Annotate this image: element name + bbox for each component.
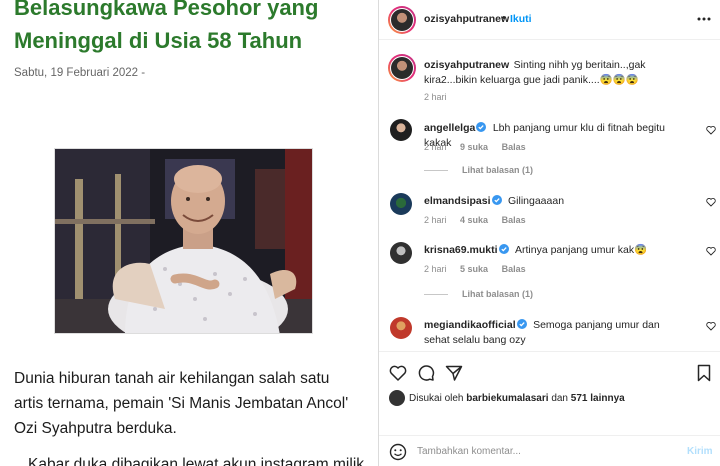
caption-avatar[interactable] — [388, 54, 416, 82]
bookmark-icon[interactable] — [695, 364, 713, 382]
comment-meta: 2 hari 9 suka Balas — [424, 142, 537, 152]
comment-time: 2 hari — [424, 264, 447, 274]
add-comment-input[interactable] — [417, 443, 667, 460]
post-actions: Disukai oleh barbiekumalasari dan 571 la… — [379, 351, 720, 435]
replies-divider — [424, 294, 448, 296]
likes-middle: dan — [551, 393, 568, 404]
comment-avatar[interactable] — [390, 242, 412, 264]
comment-reply-button[interactable]: Balas — [502, 215, 526, 225]
comment-username[interactable]: krisna69.mukti — [424, 244, 498, 256]
article-paragraph-1: Dunia hiburan tanah air kehilangan salah… — [14, 370, 349, 437]
comment-bubble-icon[interactable] — [417, 364, 435, 382]
comment-text: Artinya panjang umur kak😨 — [515, 244, 648, 256]
article-date: Sabtu, 19 Februari 2022 - — [14, 67, 146, 79]
view-replies-label: Lihat balasan (1) — [462, 165, 534, 175]
post-header: ozisyahputranew • Ikuti — [379, 0, 720, 40]
comment-time: 2 hari — [424, 215, 447, 225]
likes-prefix: Disukai oleh — [409, 393, 464, 404]
likes-user[interactable]: barbiekumalasari — [466, 393, 548, 404]
comment-reply-button[interactable]: Balas — [502, 142, 526, 152]
comment-text: Gilingaaaan — [507, 195, 565, 207]
share-icon[interactable] — [445, 364, 463, 382]
comment-like-heart-icon[interactable] — [706, 125, 716, 135]
like-heart-icon[interactable] — [389, 364, 407, 382]
verified-badge-icon — [498, 244, 509, 254]
verified-badge-icon — [491, 195, 502, 205]
comment-item: megiandikaofficial Semoga panjang umur d… — [424, 317, 686, 347]
likes-others[interactable]: 571 lainnya — [571, 393, 625, 404]
add-comment-bar: Kirim — [379, 435, 720, 466]
view-replies-button[interactable]: Lihat balasan (1) — [424, 165, 533, 175]
article-photo — [54, 148, 313, 334]
likes-summary: Disukai oleh barbiekumalasari dan 571 la… — [409, 393, 625, 404]
caption-time: 2 hari — [424, 92, 447, 102]
view-replies-label: Lihat balasan (1) — [462, 289, 534, 299]
comment-meta: 2 hari 4 suka Balas — [424, 215, 537, 225]
comment-item: elmandsipasi Gilingaaaan — [424, 193, 686, 208]
article-title: Belasungkawa Pesohor yang Meninggal di U… — [14, 0, 374, 57]
verified-badge-icon — [516, 319, 527, 329]
comment-likes-count[interactable]: 5 suka — [460, 264, 488, 274]
comment-avatar[interactable] — [390, 119, 412, 141]
caption-meta: 2 hari — [424, 92, 458, 102]
comment-avatar[interactable] — [390, 317, 412, 339]
emoji-icon[interactable] — [389, 443, 407, 461]
replies-divider — [424, 170, 448, 172]
header-username[interactable]: ozisyahputranew — [424, 13, 509, 25]
header-avatar[interactable] — [388, 6, 416, 34]
post-comment-button[interactable]: Kirim — [687, 446, 713, 457]
article-title-line-2: Meninggal di Usia 58 Tahun — [14, 28, 303, 53]
comment-username[interactable]: angellelga — [424, 122, 475, 134]
comment-like-heart-icon[interactable] — [706, 321, 716, 331]
verified-badge-icon — [476, 122, 487, 132]
article-paragraph-2: Kabar duka dibagikan lewat akun instagra… — [28, 456, 365, 466]
caption: ozisyahputranew Sinting nihh yg beritain… — [424, 57, 686, 87]
comment-likes-count[interactable]: 4 suka — [460, 215, 488, 225]
comment-item: krisna69.mukti Artinya panjang umur kak😨 — [424, 242, 686, 257]
comment-like-heart-icon[interactable] — [706, 197, 716, 207]
comment-username[interactable]: megiandikaofficial — [424, 319, 516, 331]
instagram-post-panel: ozisyahputranew • Ikuti ozisyahputranew … — [378, 0, 720, 466]
news-article: Belasungkawa Pesohor yang Meninggal di U… — [0, 0, 378, 466]
article-title-line-1: Belasungkawa Pesohor yang — [14, 0, 319, 20]
comment-like-heart-icon[interactable] — [706, 246, 716, 256]
comment-time: 2 hari — [424, 142, 447, 152]
view-replies-button[interactable]: Lihat balasan (1) — [424, 289, 533, 299]
comment-reply-button[interactable]: Balas — [502, 264, 526, 274]
article-photo-illustration — [55, 149, 312, 333]
more-options-icon[interactable] — [696, 11, 712, 27]
comment-likes-count[interactable]: 9 suka — [460, 142, 488, 152]
follow-button[interactable]: Ikuti — [510, 13, 532, 25]
comment-avatar[interactable] — [390, 193, 412, 215]
liker-avatar[interactable] — [389, 390, 405, 406]
comment-username[interactable]: elmandsipasi — [424, 195, 491, 207]
caption-username[interactable]: ozisyahputranew — [424, 59, 509, 71]
comment-meta: 2 hari 5 suka Balas — [424, 264, 537, 274]
header-separator: • — [502, 12, 506, 24]
